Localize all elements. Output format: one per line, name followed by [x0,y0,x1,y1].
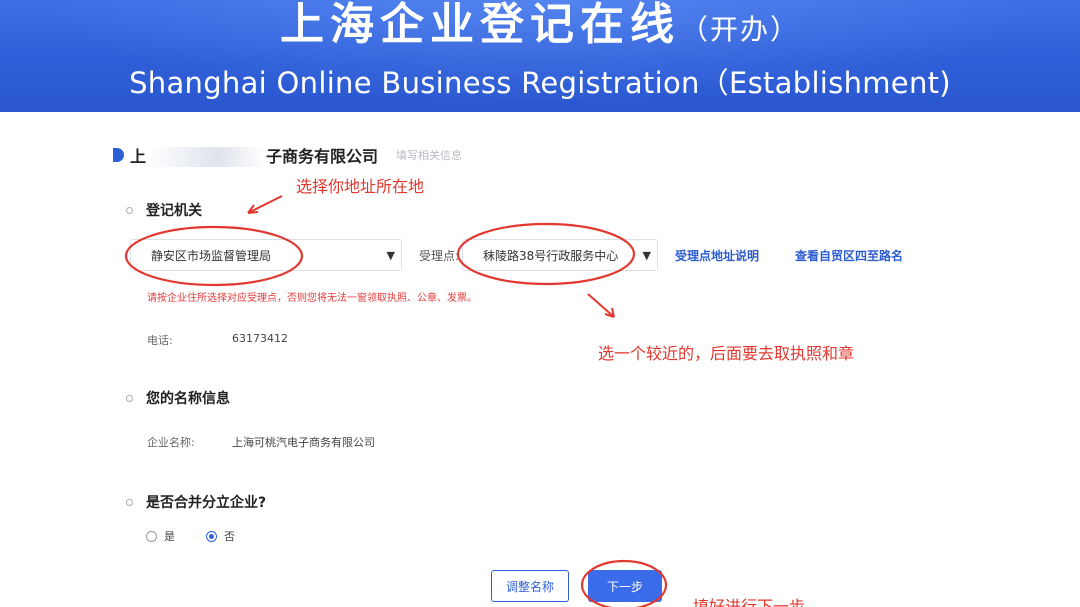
company-name-label: 企业名称: [147,436,195,449]
radio-no-label: 否 [224,530,235,543]
chevron-down-icon: ▼ [642,249,651,262]
company-hint: 填写相关信息 [396,149,463,162]
radio-yes-label: 是 [164,530,175,543]
banner-title-text: 上海企业登记在线 [279,0,680,50]
header-banner: 上海企业登记在线（开办） Shanghai Online Business Re… [0,0,1080,112]
blurred-name-region [147,147,266,168]
banner-title: 上海企业登记在线（开办） [0,0,1080,52]
acceptance-label: 受理点: [419,249,460,263]
annotation-choose-location: 选择你地址所在地 [296,177,425,196]
company-heading: 上 子商务有限公司 填写相关信息 [113,143,463,168]
section-title: 您的名称信息 [146,391,230,407]
section-marker-icon [113,148,124,162]
company-name-value: 上海可桃汽电子商务有限公司 [232,436,375,449]
banner-subtitle: Shanghai Online Business Registration（Es… [129,66,951,100]
annotation-fill-next: 填好进行下一步 [693,597,806,607]
section-name-info: 您的名称信息 [126,388,230,408]
company-name-suffix: 子商务有限公司 [266,146,379,166]
annotation-choose-nearby: 选一个较近的，后面要去取执照和章 [598,344,855,363]
authority-select-value: 静安区市场监督管理局 [151,248,272,263]
company-name-prefix: 上 [130,146,147,166]
next-step-button[interactable]: 下一步 [588,570,662,602]
arrow-icon [587,293,615,318]
company-name-title: 上 子商务有限公司 [130,143,378,168]
chevron-down-icon: ▼ [386,249,395,262]
phone-label: 电话: [147,334,173,347]
arrow-icon [247,195,283,214]
radio-yes[interactable]: 是 [146,528,175,544]
phone-value: 63173412 [232,332,288,345]
radio-no[interactable]: 否 [206,528,235,544]
acceptance-warning: 请按企业住所选择对应受理点，否则您将无法一窗领取执照、公章、发票。 [147,293,477,304]
acceptance-select-value: 秣陵路38号行政服务中心 [483,248,619,263]
section-bullet-icon [126,498,133,506]
free-trade-zone-link[interactable]: 查看自贸区四至路名 [795,247,903,264]
section-merge-split: 是否合并分立企业? [126,492,266,512]
adjust-name-button[interactable]: 调整名称 [491,570,569,602]
radio-circle-icon [146,530,157,542]
banner-title-suffix: （开办） [679,13,800,46]
section-title: 登记机关 [146,203,202,219]
radio-checked-icon [206,530,217,542]
authority-select[interactable]: 静安区市场监督管理局 ▼ [130,239,402,271]
acceptance-select[interactable]: 秣陵路38号行政服务中心 ▼ [462,239,658,271]
address-explanation-link[interactable]: 受理点地址说明 [675,247,759,264]
section-registration-authority: 登记机关 [126,200,202,220]
section-bullet-icon [126,394,133,402]
section-title: 是否合并分立企业? [146,495,267,511]
section-bullet-icon [126,206,133,214]
